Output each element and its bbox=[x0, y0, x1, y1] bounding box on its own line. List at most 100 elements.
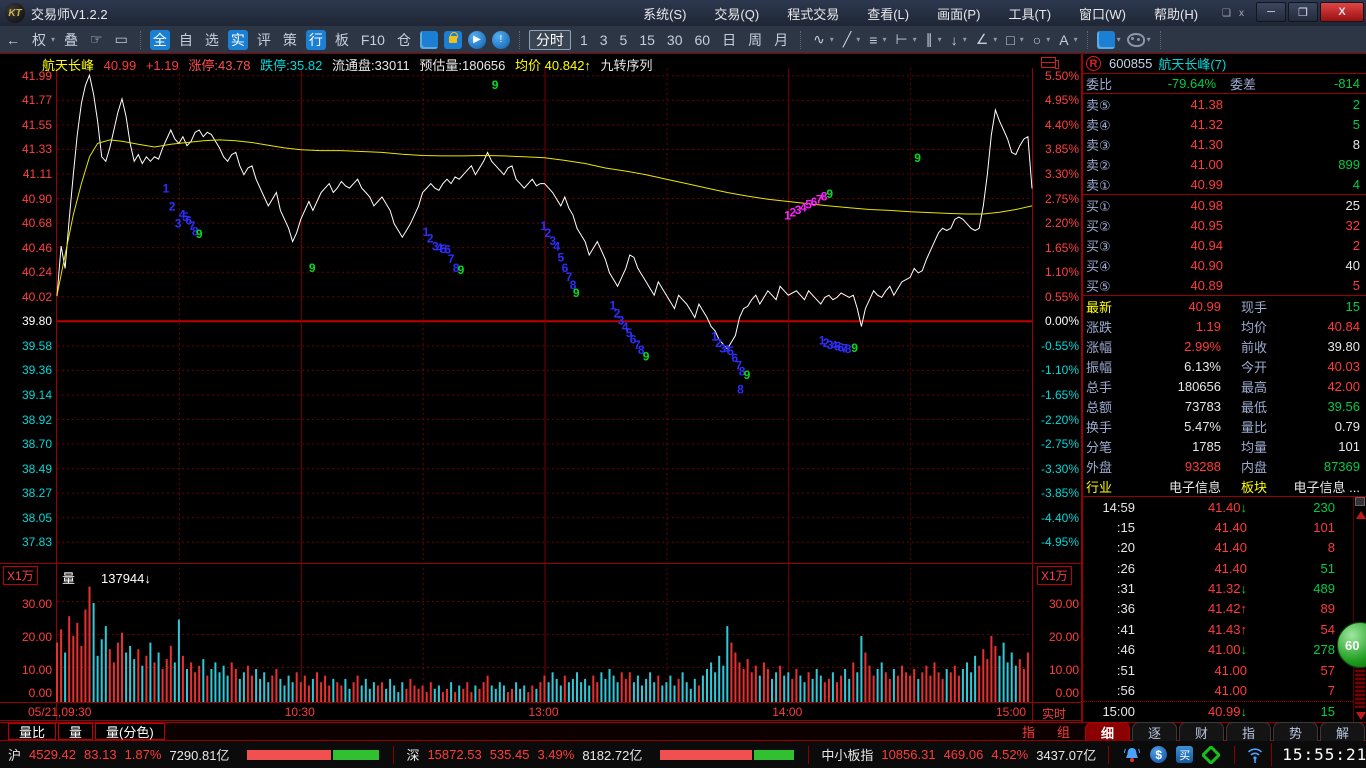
panel-tab-4[interactable]: 指 bbox=[1226, 722, 1271, 741]
intraday-chart[interactable]: 1234567899123456789912345678912345678912… bbox=[0, 54, 1082, 722]
menu-item-2[interactable]: 交易(Q) bbox=[700, 4, 773, 23]
indicator-tab-3[interactable]: 量(分色) bbox=[95, 723, 165, 740]
menu-item-1[interactable]: 系统(S) bbox=[629, 4, 700, 23]
menu-item-4[interactable]: 查看(L) bbox=[853, 4, 923, 23]
volume-bar bbox=[698, 686, 700, 703]
splitter-grip[interactable] bbox=[1355, 497, 1365, 506]
select-button[interactable]: 选 bbox=[202, 29, 222, 51]
panel-tab-6[interactable]: 解 bbox=[1320, 722, 1365, 741]
overlay-button[interactable]: 叠 bbox=[61, 29, 81, 51]
ask-row[interactable]: 卖④41.325 bbox=[1083, 114, 1366, 134]
menu-item-5[interactable]: 画面(P) bbox=[923, 4, 994, 23]
volume-bar bbox=[377, 686, 379, 703]
back-icon[interactable]: ← bbox=[3, 31, 23, 49]
period-month-button[interactable]: 月 bbox=[771, 29, 791, 51]
draw-text-icon[interactable]: A▾ bbox=[1056, 31, 1077, 49]
hand-icon[interactable]: ☞ bbox=[87, 30, 106, 49]
volume-bar bbox=[458, 686, 460, 703]
period-week-button[interactable]: 周 bbox=[745, 29, 765, 51]
scroll-down-icon[interactable] bbox=[1356, 712, 1366, 720]
board-button[interactable]: 板 bbox=[332, 29, 352, 51]
percent-axis-label: -0.55% bbox=[1035, 339, 1079, 353]
mdi-restore-icon[interactable]: ❏ bbox=[1222, 8, 1231, 19]
mdi-close-icon[interactable]: x bbox=[1239, 8, 1244, 19]
ruler-icon[interactable]: ▭ bbox=[112, 30, 131, 49]
pages-icon[interactable] bbox=[420, 31, 438, 49]
draw-freeline-icon[interactable]: ∿▾ bbox=[810, 30, 834, 49]
volume-bar bbox=[361, 686, 363, 703]
draw-circle-icon[interactable]: ○▾ bbox=[1030, 31, 1050, 49]
scroll-thumb[interactable] bbox=[1355, 666, 1365, 708]
chart-canvas[interactable]: 1234567899123456789912345678912345678912… bbox=[0, 54, 1082, 722]
volume-bar bbox=[966, 662, 968, 702]
ask-row[interactable]: 卖⑤41.382 bbox=[1083, 94, 1366, 114]
diamond-icon[interactable] bbox=[1202, 746, 1220, 764]
bid-row[interactable]: 买②40.9532 bbox=[1083, 215, 1366, 235]
volume-bar bbox=[182, 656, 184, 702]
panel-tab-3[interactable]: 财 bbox=[1179, 722, 1224, 741]
panel-tab-1[interactable]: 细 bbox=[1085, 722, 1130, 741]
draw-hlines-icon[interactable]: ≡▾ bbox=[866, 31, 886, 49]
f10-button[interactable]: F10 bbox=[358, 31, 388, 49]
menu-item-7[interactable]: 窗口(W) bbox=[1065, 4, 1140, 23]
realtime-button[interactable]: 实 bbox=[228, 30, 248, 50]
period-5-button[interactable]: 5 bbox=[617, 31, 631, 49]
custom-button[interactable]: 自 bbox=[176, 29, 196, 51]
indicator-tab-2[interactable]: 量 bbox=[58, 723, 93, 740]
draw-angle-icon[interactable]: ∠▾ bbox=[973, 30, 998, 49]
buy-icon[interactable]: 买 bbox=[1176, 746, 1193, 763]
bid-row[interactable]: 买①40.9825 bbox=[1083, 195, 1366, 215]
close-button[interactable]: X bbox=[1320, 2, 1364, 22]
tick-scrollbar[interactable] bbox=[1353, 497, 1366, 722]
period-day-button[interactable]: 日 bbox=[719, 29, 739, 51]
period-15-button[interactable]: 15 bbox=[636, 31, 658, 49]
mini-tab-2[interactable]: 组 bbox=[1057, 722, 1070, 741]
indicator-tab-1[interactable]: 量比 bbox=[8, 723, 56, 740]
mdi-window-controls[interactable]: ❏x bbox=[1218, 8, 1248, 19]
ask-row[interactable]: 卖②41.00899 bbox=[1083, 154, 1366, 174]
minimize-button[interactable]: ─ bbox=[1256, 2, 1286, 22]
draw-trendline-icon[interactable]: ╱▾ bbox=[840, 30, 860, 49]
lock-icon[interactable] bbox=[444, 31, 462, 49]
bid-row[interactable]: 买③40.942 bbox=[1083, 235, 1366, 255]
all-market-button[interactable]: 全 bbox=[150, 30, 170, 50]
alert-icon[interactable]: ! bbox=[492, 31, 510, 49]
stock-name: 航天长峰(7) bbox=[1158, 54, 1226, 73]
quote-button[interactable]: 行 bbox=[306, 30, 326, 50]
draw-arrow-icon[interactable]: ↓▾ bbox=[948, 31, 967, 49]
menu-item-8[interactable]: 帮助(H) bbox=[1140, 4, 1212, 23]
volume-bar bbox=[450, 682, 452, 702]
draw-rect-icon[interactable]: □▾ bbox=[1003, 31, 1023, 49]
palette-icon[interactable]: ▾ bbox=[1127, 33, 1151, 47]
panel-tab-5[interactable]: 势 bbox=[1273, 722, 1318, 741]
menu-item-6[interactable]: 工具(T) bbox=[994, 4, 1065, 23]
play-icon[interactable]: ▶ bbox=[468, 31, 486, 49]
period-3-button[interactable]: 3 bbox=[597, 31, 611, 49]
ask-row[interactable]: 卖③41.308 bbox=[1083, 134, 1366, 154]
timeshare-button[interactable]: 分时 bbox=[529, 30, 571, 50]
volume-bar bbox=[584, 679, 586, 702]
maximize-button[interactable]: ❐ bbox=[1288, 2, 1318, 22]
bid-row[interactable]: 买④40.9040 bbox=[1083, 255, 1366, 275]
draw-segment-icon[interactable]: ⊢▾ bbox=[892, 30, 916, 49]
funds-icon[interactable]: $ bbox=[1150, 746, 1167, 763]
mini-tab-1[interactable]: 指 bbox=[1022, 722, 1035, 741]
alarm-bell-icon[interactable] bbox=[1123, 746, 1141, 764]
volume-bar bbox=[653, 682, 655, 702]
ask-row[interactable]: 卖①40.994 bbox=[1083, 174, 1366, 194]
position-button[interactable]: 仓 bbox=[394, 29, 414, 51]
period-30-button[interactable]: 30 bbox=[664, 31, 686, 49]
rights-button[interactable]: 权▾ bbox=[29, 29, 55, 51]
panel-tab-2[interactable]: 逐 bbox=[1132, 722, 1177, 741]
copy-icon[interactable]: ▾ bbox=[1097, 31, 1121, 49]
period-1-button[interactable]: 1 bbox=[577, 31, 591, 49]
bid-row[interactable]: 买⑤40.895 bbox=[1083, 275, 1366, 295]
period-60-button[interactable]: 60 bbox=[691, 31, 713, 49]
review-button[interactable]: 评 bbox=[254, 29, 274, 51]
strategy-button[interactable]: 策 bbox=[280, 29, 300, 51]
menu-item-3[interactable]: 程式交易 bbox=[773, 4, 853, 23]
volume-bar bbox=[686, 682, 688, 702]
draw-vlines-icon[interactable]: ∥▾ bbox=[923, 30, 942, 49]
pane-layout-icon[interactable] bbox=[1041, 57, 1056, 68]
scroll-up-icon[interactable] bbox=[1356, 511, 1366, 519]
